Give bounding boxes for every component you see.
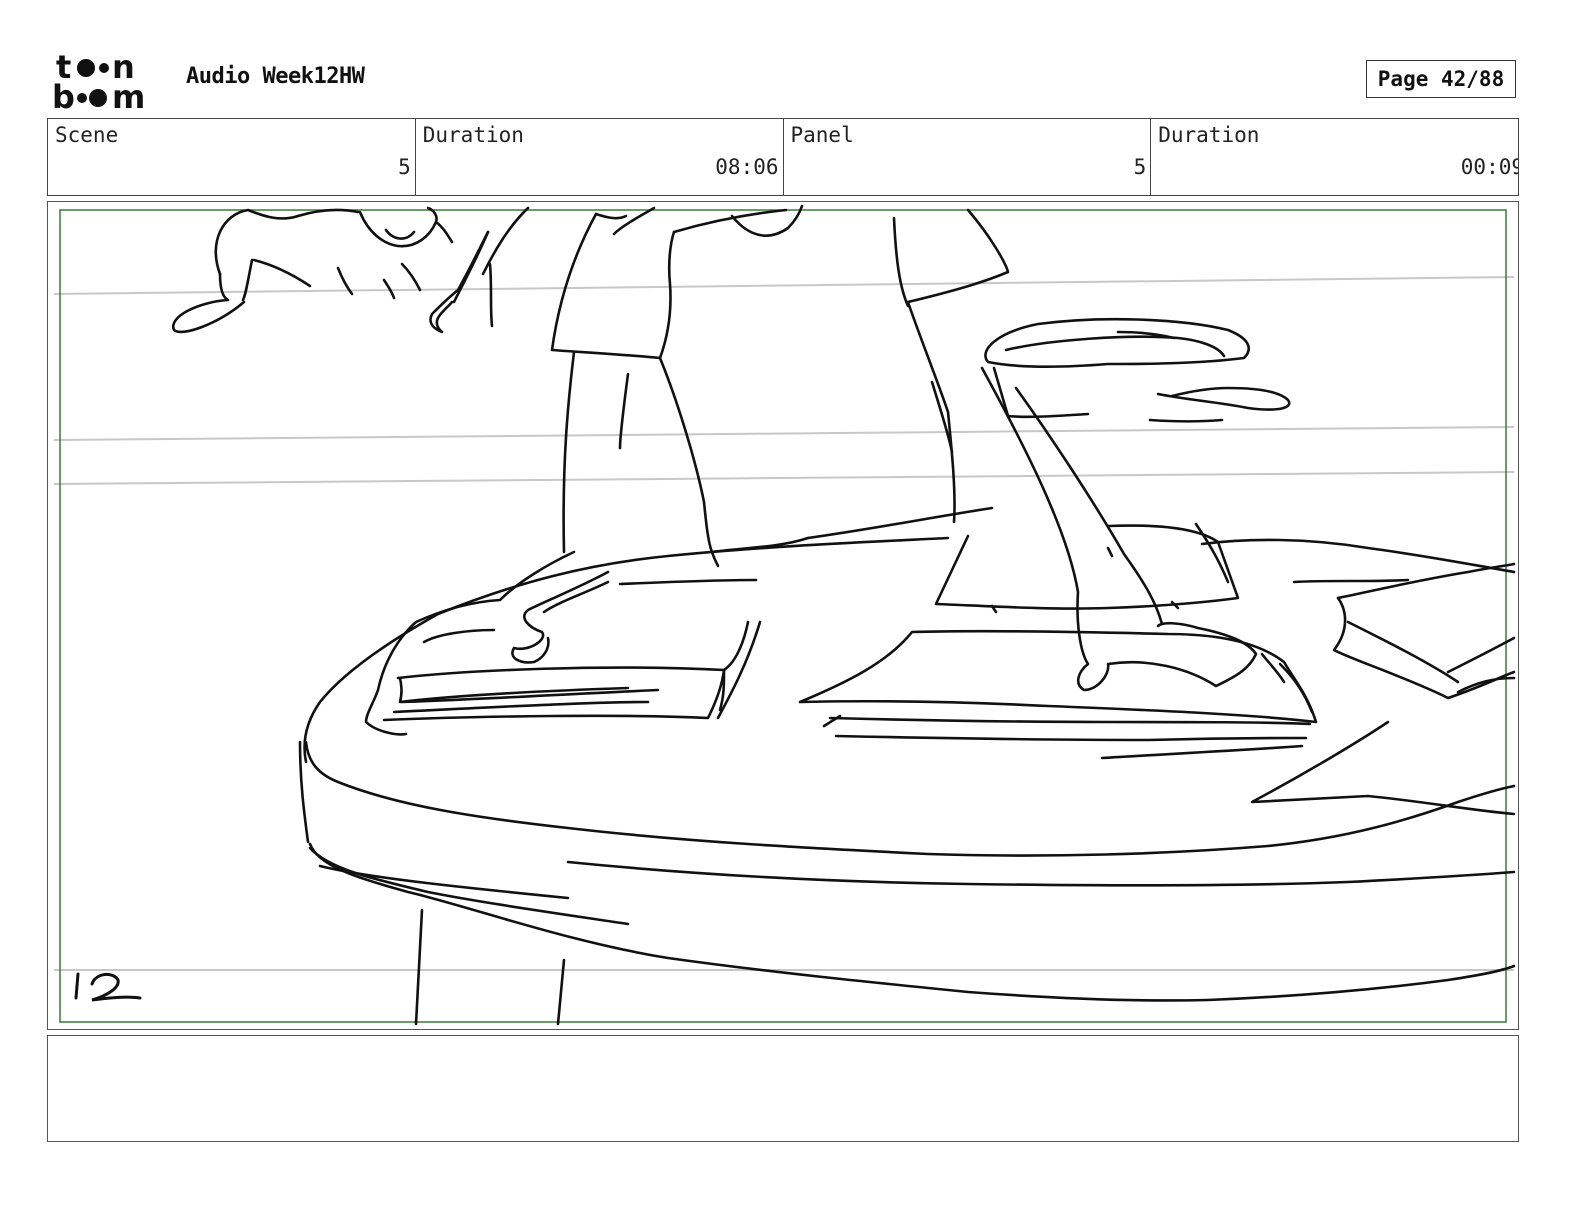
panel-value: 5 — [1133, 155, 1147, 179]
storyboard-panel: 12 — [47, 201, 1519, 1030]
sketch-number: 12 — [48, 202, 50, 203]
scene-duration-value: 08:06 — [715, 155, 779, 179]
toon-boom-logo-icon: t n b m — [52, 48, 164, 116]
scene-duration-label: Duration — [422, 123, 524, 147]
sketch-number-mark — [74, 972, 142, 1002]
svg-text:m: m — [112, 78, 145, 112]
svg-text:b: b — [52, 78, 75, 112]
scene-value: 5 — [398, 155, 411, 179]
scene-duration-cell: Duration 08:06 — [416, 119, 784, 195]
safe-frame — [59, 209, 1507, 1023]
panel-duration-cell: Duration 00:09 — [1151, 119, 1518, 195]
panel-duration-label: Duration — [1158, 123, 1260, 147]
panel-notes-box[interactable] — [47, 1035, 1519, 1142]
panel-cell: Panel 5 — [784, 119, 1152, 195]
panel-sketch: 12 — [48, 202, 1516, 1026]
page-indicator: Page 42/88 — [1366, 60, 1516, 98]
panel-label: Panel — [790, 123, 854, 147]
scene-cell: Scene 5 — [48, 119, 416, 195]
scene-label: Scene — [55, 123, 119, 147]
panel-duration-value: 00:09 — [1460, 155, 1518, 179]
project-title: Audio Week12HW — [186, 64, 365, 89]
panel-info-table: Scene 5 Duration 08:06 Panel 5 Duration … — [47, 118, 1519, 196]
